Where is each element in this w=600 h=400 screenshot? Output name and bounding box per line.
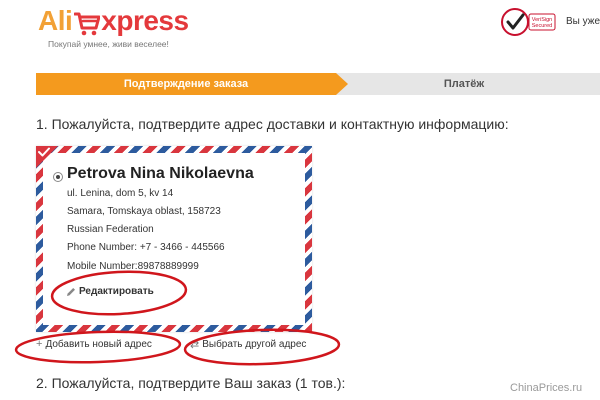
watermark: ChinaPrices.ru <box>510 382 583 394</box>
recipient-name: Petrova Nina Nikolaevna <box>67 165 254 182</box>
address-city: Samara, Tomskaya oblast, 158723 <box>67 206 221 217</box>
add-new-address-label: Добавить новый адрес <box>45 338 152 350</box>
user-status-text: Вы уже <box>566 16 600 27</box>
phone-number: Phone Number: +7 - 3466 - 445566 <box>67 242 225 253</box>
choose-other-address-link[interactable]: ⇄ Выбрать другой адрес <box>190 338 306 351</box>
tagline: Покупай умнее, живи веселее! <box>48 39 169 49</box>
logo-text-ali: Ali <box>38 5 73 36</box>
aliexpress-logo[interactable]: Ali xpress <box>38 2 189 38</box>
step-payment: Платёж <box>336 73 600 95</box>
checkout-progress: Подтверждение заказа Платёж <box>36 73 600 95</box>
checkmark-icon <box>38 147 50 157</box>
address-country: Russian Federation <box>67 224 154 235</box>
shopping-cart-icon <box>74 12 101 36</box>
pencil-icon <box>67 287 75 296</box>
edit-address-label: Редактировать <box>79 286 154 297</box>
section-heading-order: 2. Пожалуйста, подтвердите Ваш заказ (1 … <box>36 375 346 391</box>
step-order-confirmation: Подтверждение заказа <box>36 73 348 95</box>
address-radio-button[interactable] <box>53 172 63 182</box>
choose-other-address-label: Выбрать другой адрес <box>202 339 307 350</box>
section-heading-address: 1. Пожалуйста, подтвердите адрес доставк… <box>36 116 509 132</box>
mobile-number: Mobile Number:89878889999 <box>67 261 199 272</box>
plus-icon: + <box>36 338 43 350</box>
step-label: Платёж <box>443 78 485 90</box>
step-label: Подтверждение заказа <box>123 78 249 90</box>
address-street: ul. Lenina, dom 5, kv 14 <box>67 188 174 199</box>
edit-address-button[interactable]: Редактировать <box>66 286 154 297</box>
add-new-address-link[interactable]: + Добавить новый адрес <box>36 338 152 350</box>
seal-line2: Secured <box>532 23 553 29</box>
verisign-seal-icon: VeriSign Secured <box>501 8 556 36</box>
arrow-icon: ⇄ <box>190 339 200 351</box>
logo-text-xpress: xpress <box>101 5 189 36</box>
